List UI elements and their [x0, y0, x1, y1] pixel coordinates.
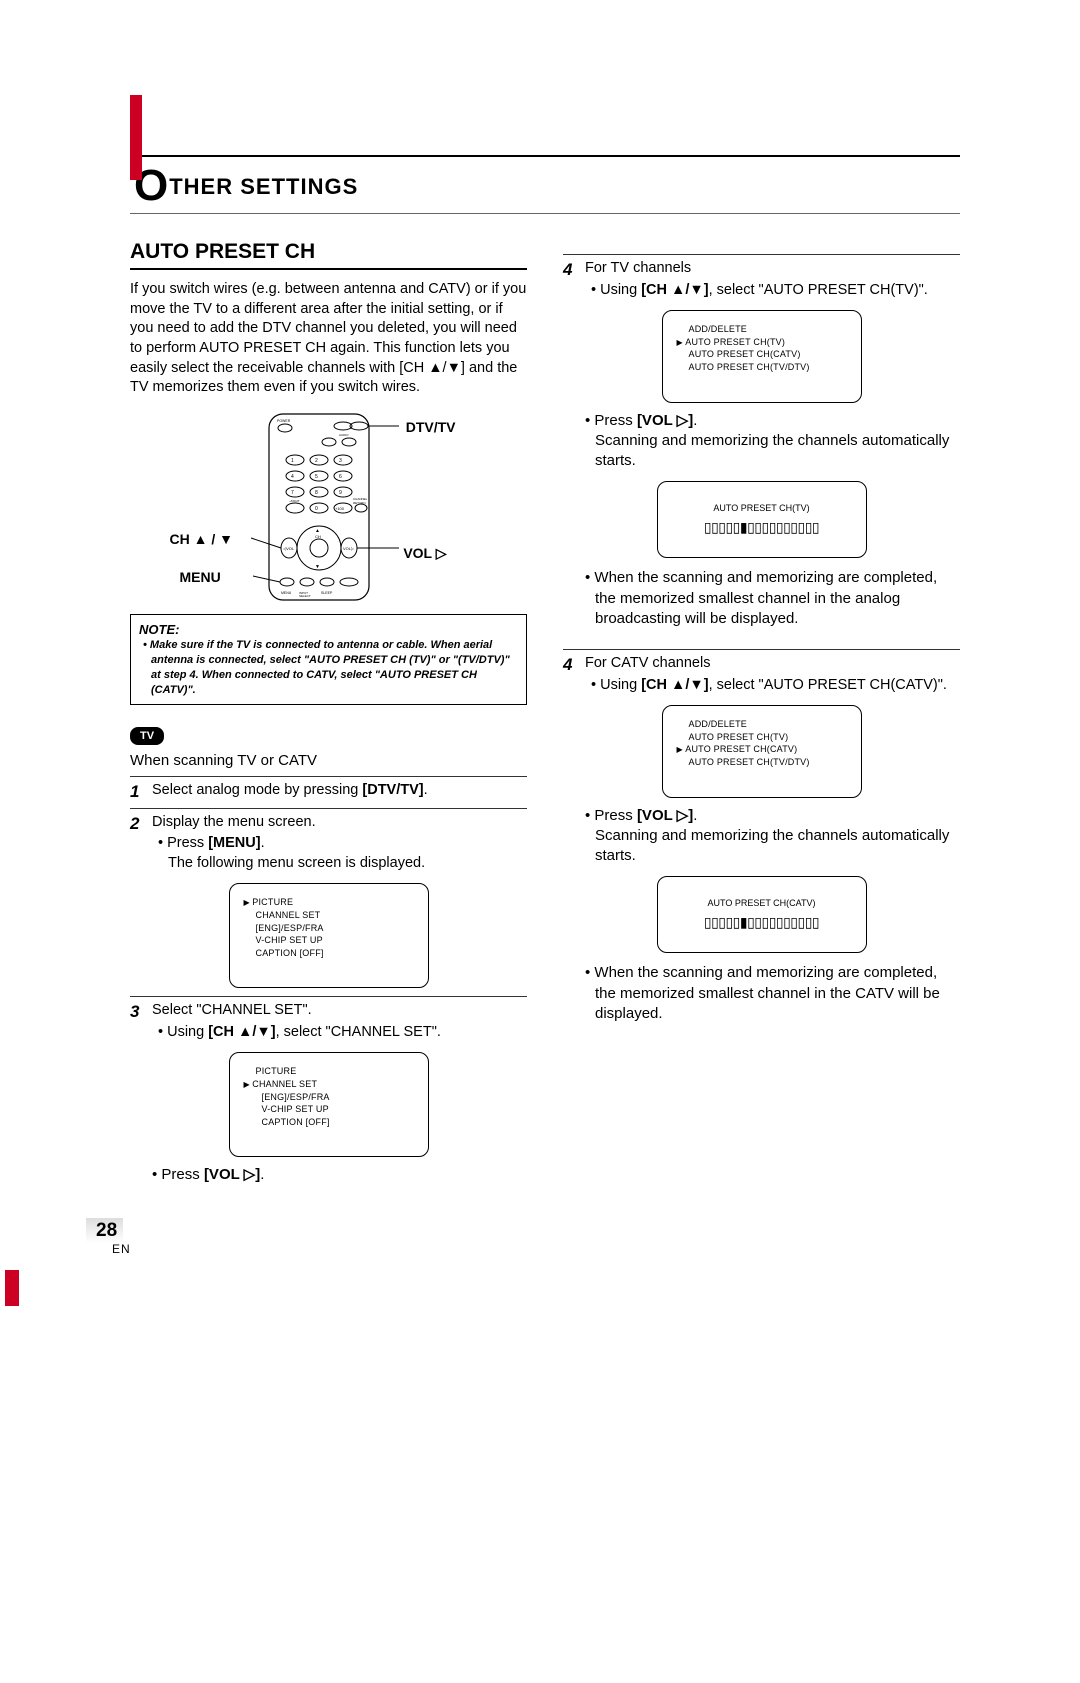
svg-text:▼: ▼ [315, 564, 320, 570]
svg-text:CH: CH [315, 534, 321, 539]
svg-text:2: 2 [315, 458, 318, 464]
remote-diagram: 123 456 789 0+100 ▲ ▼ CH ◁VOL VOL▷ [204, 412, 454, 602]
step-3: 3 Select "CHANNEL SET". Using [CH ▲/▼], … [130, 996, 527, 1042]
step4catv-done: When the scanning and memorizing are com… [563, 963, 960, 1024]
svg-text:POWER: POWER [277, 419, 291, 423]
label-dtvtv: DTV/TV [406, 418, 456, 437]
step-4-tv: 4 For TV channels Using [CH ▲/▼], select… [563, 259, 960, 300]
menu-screen-1: PICTURE CHANNEL SET [ENG]/ESP/FRA V-CHIP… [229, 883, 429, 988]
step4tv-press-vol: Press [VOL ▷].Scanning and memorizing th… [563, 411, 960, 472]
svg-text:6: 6 [339, 474, 342, 480]
svg-text:SLEEP: SLEEP [321, 591, 333, 595]
step-4-catv: 4 For CATV channels Using [CH ▲/▼], sele… [563, 654, 960, 695]
progress-tv: AUTO PRESET CH(TV) ▯▯▯▯▯▮▯▯▯▯▯▯▯▯▯▯ [657, 481, 867, 558]
page-number: 28 [86, 1218, 123, 1243]
label-menu: MENU [180, 568, 221, 587]
progress-catv: AUTO PRESET CH(CATV) ▯▯▯▯▯▮▯▯▯▯▯▯▯▯▯▯ [657, 876, 867, 953]
label-ch: CH ▲ / ▼ [170, 530, 234, 549]
svg-text:◁VOL: ◁VOL [283, 546, 295, 551]
note-body: • Make sure if the TV is connected to an… [139, 638, 518, 697]
scanning-intro: When scanning TV or CATV [130, 751, 527, 771]
page-accent [5, 1270, 19, 1306]
svg-text:9: 9 [339, 490, 342, 496]
svg-text:VOL▷: VOL▷ [343, 546, 355, 551]
svg-text:5: 5 [315, 474, 318, 480]
step4tv-done: When the scanning and memorizing are com… [563, 568, 960, 629]
note-box: NOTE: • Make sure if the TV is connected… [130, 614, 527, 705]
tv-badge: TV [130, 727, 164, 746]
note-heading: NOTE: [139, 621, 518, 639]
accent-bar [130, 95, 142, 180]
header-bar: OTHER SETTINGS [130, 155, 960, 214]
step-2: 2 Display the menu screen. Press [MENU].… [130, 808, 527, 874]
label-vol: VOL ▷ [403, 544, 446, 563]
step-1: 1 Select analog mode by pressing [DTV/TV… [130, 776, 527, 804]
svg-text:+100: +100 [335, 506, 345, 511]
page-title: OTHER SETTINGS [134, 174, 358, 199]
step4catv-press-vol: Press [VOL ▷].Scanning and memorizing th… [563, 806, 960, 867]
svg-text:AUDIO: AUDIO [339, 433, 349, 437]
section-title: AUTO PRESET CH [130, 238, 527, 270]
header-title-text: THER SETTINGS [169, 174, 358, 199]
preset-menu-catv: ADD/DELETE AUTO PRESET CH(TV) AUTO PRESE… [662, 705, 862, 797]
svg-text:3: 3 [339, 458, 342, 464]
svg-text:7: 7 [291, 490, 294, 496]
svg-text:–/DIGIT: –/DIGIT [289, 499, 300, 503]
svg-text:0: 0 [315, 506, 318, 512]
preset-menu-tv: ADD/DELETE AUTO PRESET CH(TV) AUTO PRESE… [662, 310, 862, 402]
svg-text:1: 1 [291, 458, 294, 464]
column-right: 4 For TV channels Using [CH ▲/▼], select… [563, 238, 960, 1186]
svg-text:MENU: MENU [281, 591, 292, 595]
remote-svg: 123 456 789 0+100 ▲ ▼ CH ◁VOL VOL▷ [249, 412, 409, 602]
column-left: AUTO PRESET CH If you switch wires (e.g.… [130, 238, 527, 1186]
menu-screen-2: PICTURE CHANNEL SET [ENG]/ESP/FRA V-CHIP… [229, 1052, 429, 1157]
page-lang: EN [112, 1242, 131, 1256]
svg-text:SELECT: SELECT [299, 594, 311, 598]
intro-text: If you switch wires (e.g. between antenn… [130, 280, 527, 397]
svg-text:8: 8 [315, 490, 318, 496]
step3-press-vol: Press [VOL ▷]. [130, 1165, 527, 1185]
svg-text:4: 4 [291, 474, 294, 480]
svg-text:RETURN: RETURN [353, 501, 366, 505]
